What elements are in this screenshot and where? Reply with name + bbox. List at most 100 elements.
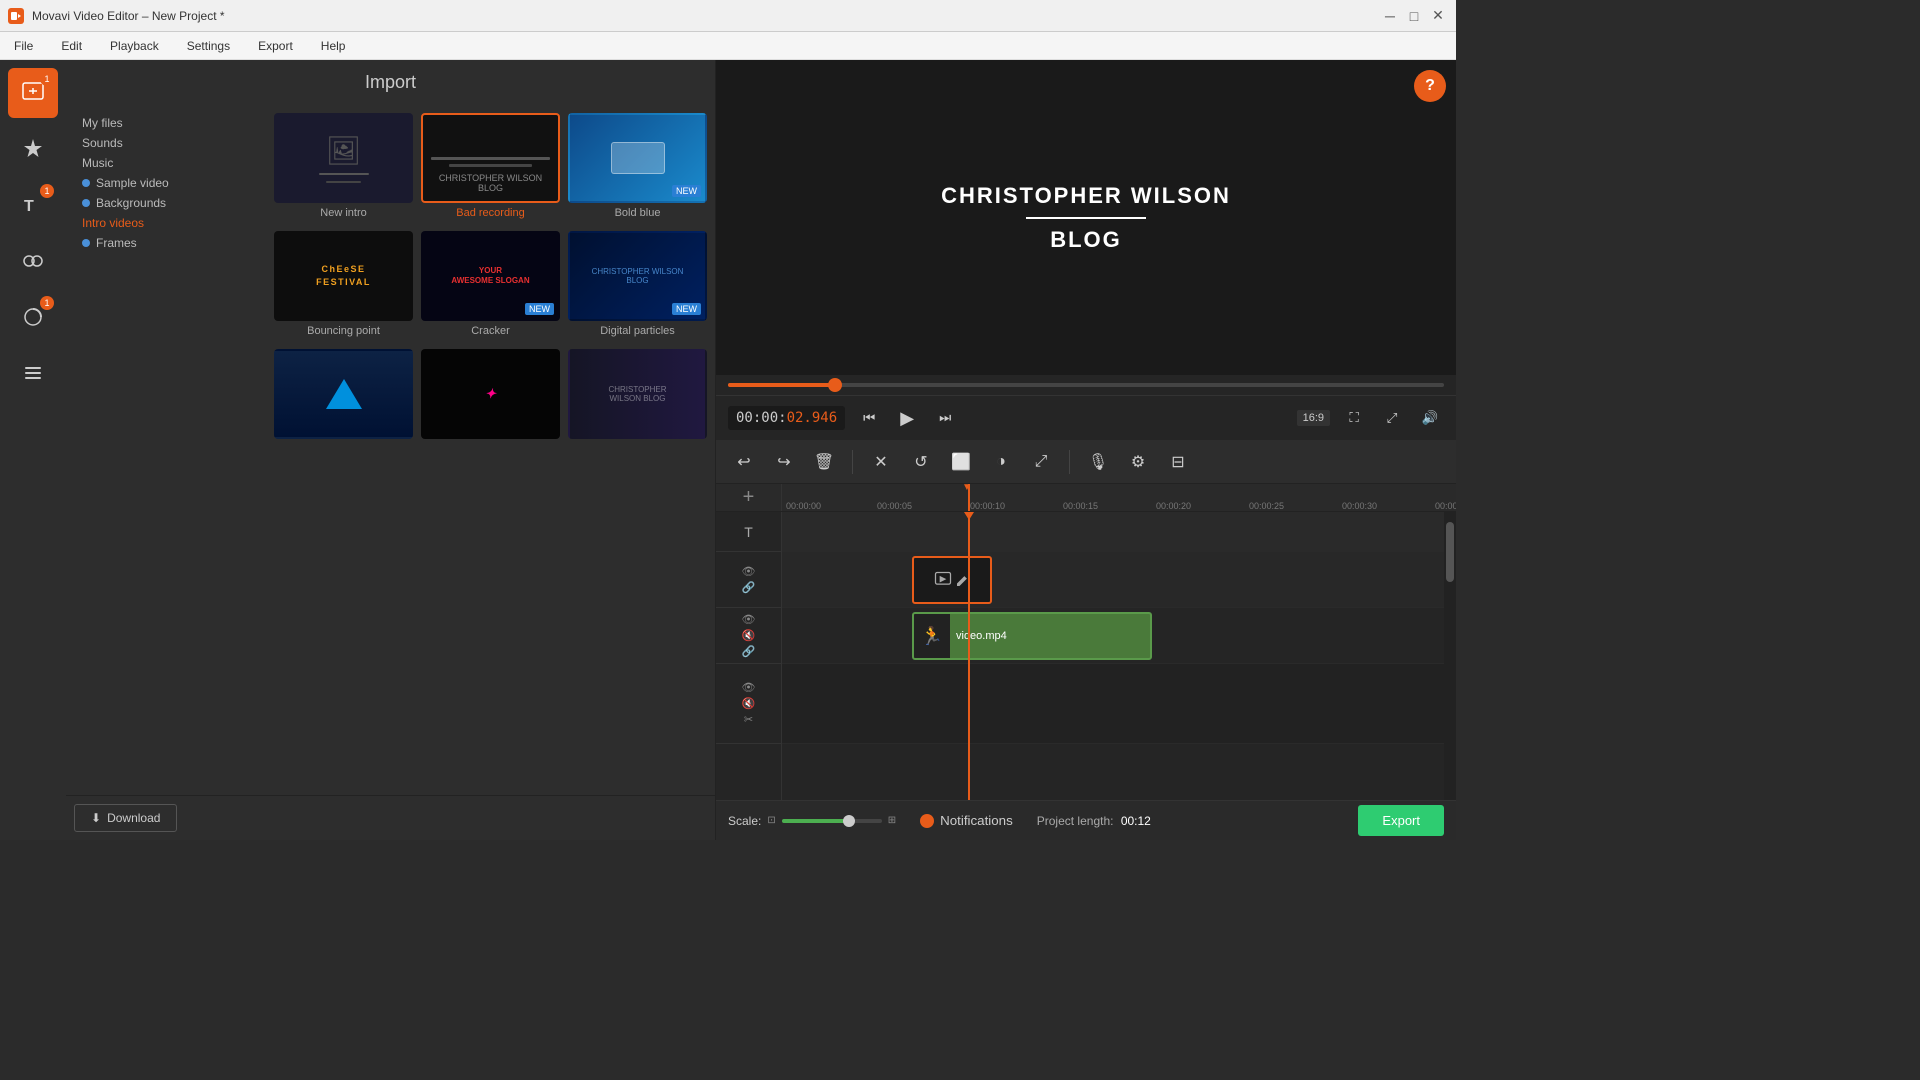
progress-bar-area bbox=[716, 375, 1456, 395]
text-track-icon: T bbox=[744, 524, 753, 540]
crop-button[interactable]: ⬜ bbox=[945, 446, 977, 478]
cut-button[interactable]: ✕ bbox=[865, 446, 897, 478]
scrollbar-thumb bbox=[1446, 522, 1454, 582]
file-tree-sample-video[interactable]: Sample video bbox=[74, 173, 258, 193]
download-button[interactable]: ⬇ Download bbox=[74, 804, 177, 832]
delete-button[interactable]: 🗑 bbox=[808, 446, 840, 478]
audio-scissors-icon[interactable]: ✂ bbox=[744, 713, 753, 726]
sidebar-item-effects[interactable] bbox=[8, 124, 58, 174]
svg-text:T: T bbox=[24, 198, 34, 215]
link-icon-2[interactable]: 🔗 bbox=[742, 645, 756, 658]
notifications-button[interactable]: Notifications bbox=[912, 809, 1021, 832]
minimize-button[interactable]: ─ bbox=[1380, 6, 1400, 26]
file-tree-music[interactable]: Music bbox=[74, 153, 258, 173]
playback-progress-bar[interactable] bbox=[728, 383, 1444, 387]
play-button[interactable]: ▶ bbox=[893, 404, 921, 432]
thumb-bottom-3[interactable]: CHRISTOPHERWILSON BLOG bbox=[568, 349, 707, 447]
thumb-bottom-2[interactable]: ✦ bbox=[421, 349, 560, 447]
scale-max-icon: ⊞ bbox=[888, 815, 896, 826]
link-icon[interactable]: 🔗 bbox=[742, 581, 756, 594]
help-button[interactable]: ? bbox=[1414, 70, 1446, 102]
thumb-digital-particles[interactable]: CHRISTOPHER WILSONBLOG NEW Digital parti… bbox=[568, 231, 707, 341]
progress-handle[interactable] bbox=[828, 378, 842, 392]
track-area: 🏃 video.mp4 bbox=[782, 512, 1444, 800]
eye-icon-2[interactable]: 👁 bbox=[742, 613, 756, 626]
thumb-bad-recording[interactable]: CHRISTOPHER WILSONBLOG Bad recording bbox=[421, 113, 560, 223]
new-badge-cracker: NEW bbox=[525, 303, 554, 315]
audio-button[interactable]: 🎙 bbox=[1082, 446, 1114, 478]
menu-edit[interactable]: Edit bbox=[55, 37, 88, 55]
thumb-bold-blue[interactable]: NEW Bold blue bbox=[568, 113, 707, 223]
properties-button[interactable]: ⊟ bbox=[1162, 446, 1194, 478]
thumb-new-intro[interactable]: 🖼 New intro bbox=[274, 113, 413, 223]
undo-button[interactable]: ↩ bbox=[728, 446, 760, 478]
app-icon bbox=[8, 8, 24, 24]
aspect-ratio-badge[interactable]: 16:9 bbox=[1297, 410, 1330, 426]
volume-button[interactable]: 🔊 bbox=[1416, 404, 1444, 432]
file-tree-intro-videos[interactable]: Intro videos bbox=[74, 213, 258, 233]
menu-help[interactable]: Help bbox=[315, 37, 352, 55]
cracker-content: YOURAWESOME SLOGAN bbox=[451, 266, 529, 287]
video-clip[interactable]: 🏃 video.mp4 bbox=[912, 612, 1152, 660]
audio-mute-icon[interactable]: 🔇 bbox=[742, 697, 756, 710]
text-track-row[interactable] bbox=[782, 512, 1444, 552]
menu-file[interactable]: File bbox=[8, 37, 39, 55]
skip-to-end-button[interactable]: ⏭ bbox=[931, 404, 959, 432]
pan-zoom-button[interactable]: ⤢ bbox=[1025, 446, 1057, 478]
rotate-button[interactable]: ↺ bbox=[905, 446, 937, 478]
sidebar-item-filters[interactable]: 1 bbox=[8, 292, 58, 342]
sidebar-item-list[interactable] bbox=[8, 348, 58, 398]
thumb-grid: 🖼 New intro CHRISTOPHER WILSONBLOG bbox=[274, 113, 707, 447]
thumb-bouncing-point[interactable]: ChEeSEFESTIVAL Bouncing point bbox=[274, 231, 413, 341]
bottom3-text: CHRISTOPHERWILSON BLOG bbox=[608, 385, 666, 403]
file-tree-sounds[interactable]: Sounds bbox=[74, 133, 258, 153]
export-button[interactable]: Export bbox=[1358, 805, 1444, 836]
sidebar-item-titles[interactable]: 1 T bbox=[8, 180, 58, 230]
file-tree-frames[interactable]: Frames bbox=[74, 233, 258, 253]
video-track-row[interactable]: 🏃 video.mp4 bbox=[782, 608, 1444, 664]
maximize-button[interactable]: □ bbox=[1404, 6, 1424, 26]
file-tree-my-files[interactable]: My files bbox=[74, 113, 258, 133]
fullscreen-button[interactable]: ⛶ bbox=[1340, 404, 1368, 432]
ruler-mark-25: 00:00:25 bbox=[1249, 501, 1284, 511]
notification-dot bbox=[920, 814, 934, 828]
particles-content: CHRISTOPHER WILSONBLOG bbox=[592, 267, 684, 285]
right-panel: ‹ CHRISTOPHER WILSON BLOG ? bbox=[716, 60, 1456, 840]
menu-export[interactable]: Export bbox=[252, 37, 299, 55]
intro-clip[interactable] bbox=[912, 556, 992, 604]
import-panel: Import My files Sounds Music Sample vide… bbox=[66, 60, 716, 840]
playhead bbox=[968, 512, 970, 800]
project-length-label: Project length: 00:12 bbox=[1037, 814, 1151, 828]
sidebar-item-transitions[interactable] bbox=[8, 236, 58, 286]
titles-badge: 1 bbox=[40, 184, 54, 198]
file-tree-backgrounds[interactable]: Backgrounds bbox=[74, 193, 258, 213]
skip-to-start-button[interactable]: ⏮ bbox=[855, 404, 883, 432]
import-badge: 1 bbox=[40, 72, 54, 86]
settings-button[interactable]: ⚙ bbox=[1122, 446, 1154, 478]
redo-button[interactable]: ↪ bbox=[768, 446, 800, 478]
timeline-add-button[interactable]: + bbox=[716, 484, 782, 511]
download-icon: ⬇ bbox=[91, 811, 101, 825]
notifications-label: Notifications bbox=[940, 813, 1013, 828]
bar-1 bbox=[431, 157, 550, 160]
sidebar-item-import[interactable]: 1 bbox=[8, 68, 58, 118]
import-header: Import bbox=[66, 60, 715, 105]
new-badge: NEW bbox=[672, 185, 701, 197]
audio-eye-icon[interactable]: 👁 bbox=[742, 681, 756, 694]
thumb-bottom-1[interactable] bbox=[274, 349, 413, 447]
fit-button[interactable]: ⤢ bbox=[1378, 404, 1406, 432]
eye-icon[interactable]: 👁 bbox=[742, 565, 756, 578]
close-button[interactable]: ✕ bbox=[1428, 6, 1448, 26]
color-button[interactable]: ◑ bbox=[985, 446, 1017, 478]
time-accent: 02.946 bbox=[787, 410, 838, 426]
audio-track-row[interactable] bbox=[782, 664, 1444, 744]
overlay-track-row[interactable] bbox=[782, 552, 1444, 608]
timeline-tracks: T 👁 🔗 👁 🔇 🔗 👁 bbox=[716, 512, 1456, 800]
scale-slider[interactable] bbox=[782, 819, 882, 823]
mute-icon[interactable]: 🔇 bbox=[742, 629, 756, 642]
thumb-new-intro-label: New intro bbox=[274, 207, 413, 223]
timeline-scrollbar[interactable] bbox=[1444, 512, 1456, 800]
menu-settings[interactable]: Settings bbox=[181, 37, 236, 55]
menu-playback[interactable]: Playback bbox=[104, 37, 165, 55]
thumb-cracker[interactable]: YOURAWESOME SLOGAN NEW Cracker bbox=[421, 231, 560, 341]
